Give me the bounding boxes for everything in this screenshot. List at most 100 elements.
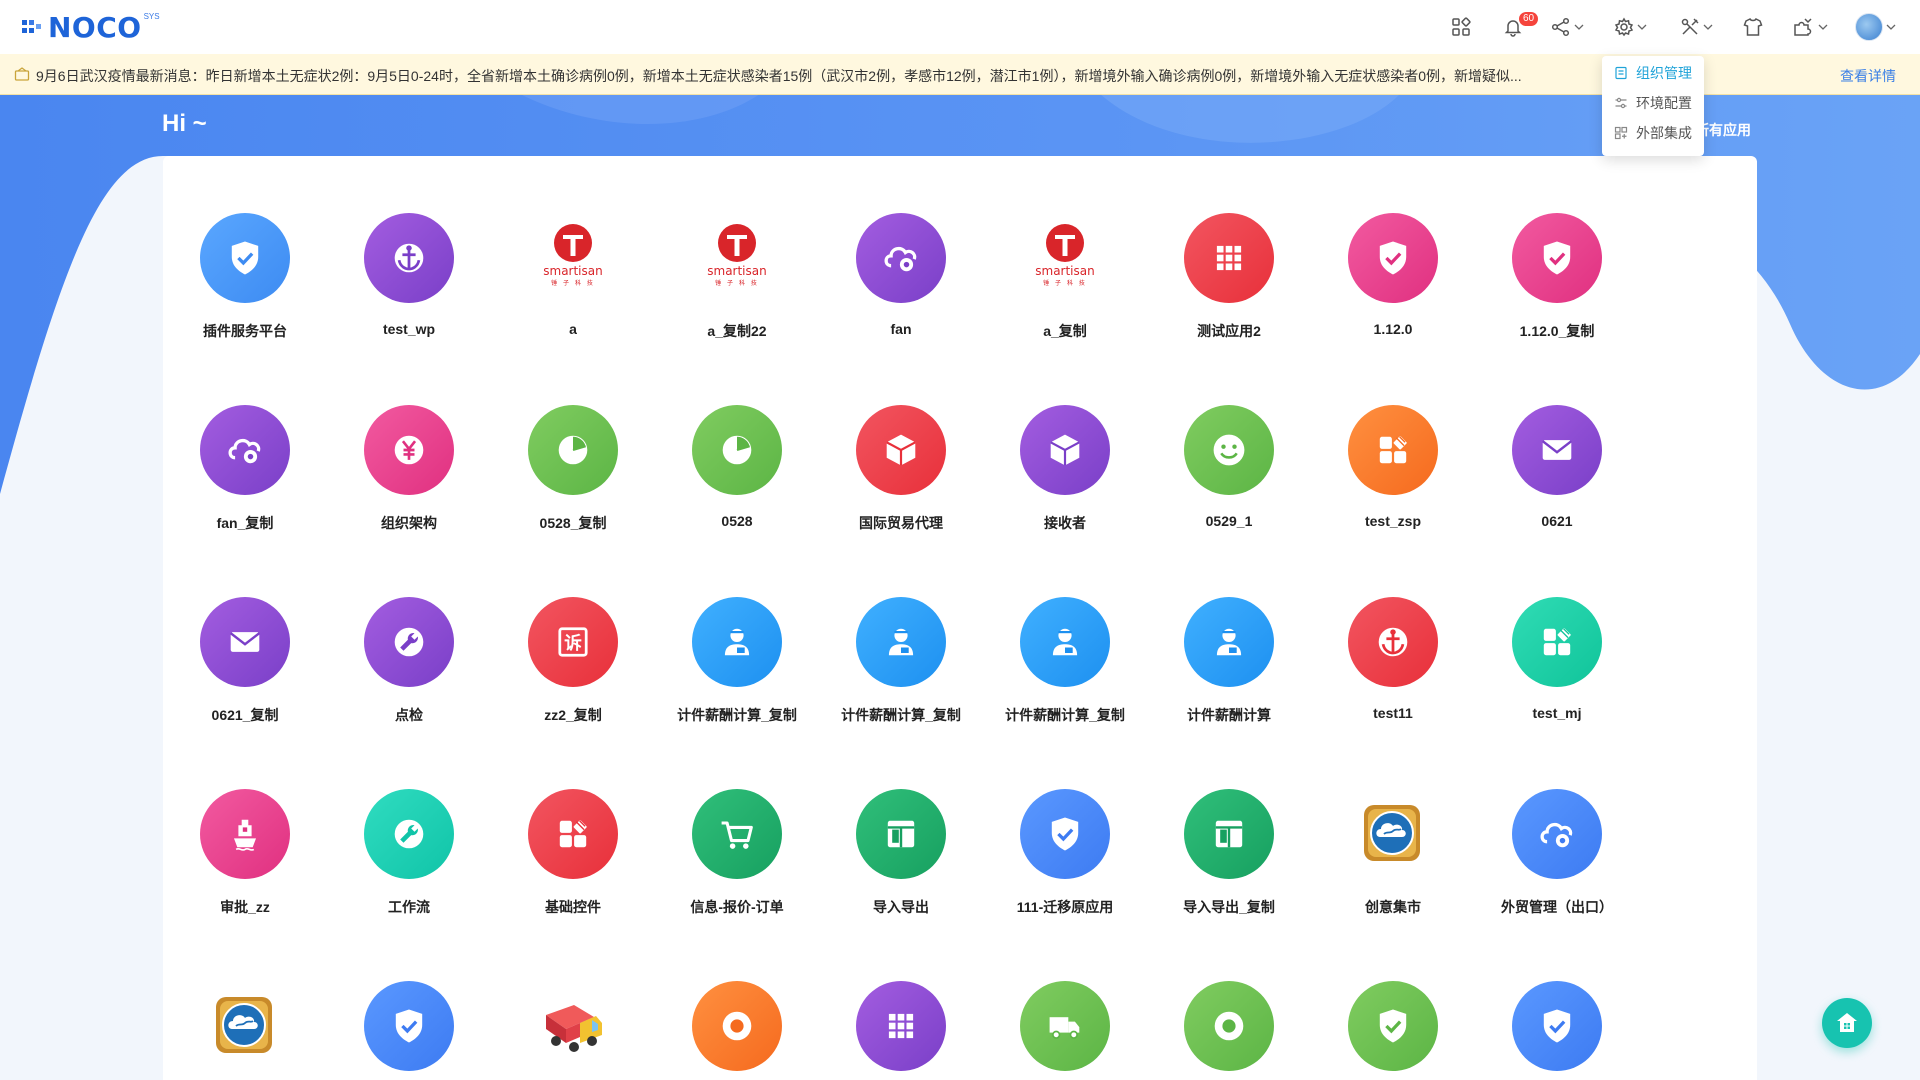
app-tile[interactable]: test_zsp <box>1311 348 1475 529</box>
app-tile[interactable]: 0621_复制 <box>163 540 327 723</box>
app-tile[interactable] <box>327 924 491 1074</box>
notice-details-link[interactable]: 查看详情 <box>1840 66 1896 86</box>
announcement-icon <box>14 67 30 81</box>
app-icon-circle <box>1512 981 1602 1071</box>
app-tile[interactable]: 组织架构 <box>327 348 491 531</box>
app-tile[interactable]: 0528 <box>655 348 819 529</box>
app-tile[interactable] <box>1147 924 1311 1074</box>
app-tile[interactable]: 插件服务平台 <box>163 156 327 339</box>
app-tile[interactable]: 接收者 <box>983 348 1147 531</box>
app-tile-label: 计件薪酬计算_复制 <box>841 707 961 723</box>
app-icon-circle <box>1020 597 1110 687</box>
app-tile[interactable]: smartisan 锤 子 科 技 a_复制 <box>983 156 1147 339</box>
app-tile-label: 工作流 <box>388 899 430 915</box>
plugin-menu-button[interactable] <box>1793 14 1828 40</box>
app-icon-circle <box>1512 597 1602 687</box>
user-menu-button[interactable] <box>1855 13 1896 41</box>
app-tile[interactable] <box>163 924 327 1074</box>
app-tile[interactable]: 信息-报价-订单 <box>655 732 819 915</box>
theme-button[interactable] <box>1743 14 1763 40</box>
app-tile[interactable]: 诉 zz2_复制 <box>491 540 655 723</box>
app-tile-label: fan_复制 <box>216 515 274 531</box>
app-tile[interactable]: 创意集市 <box>1311 732 1475 915</box>
app-tile[interactable]: 导入导出 <box>819 732 983 915</box>
app-tile[interactable]: 0528_复制 <box>491 348 655 531</box>
app-tile[interactable]: smartisan 锤 子 科 技 a <box>491 156 655 337</box>
app-icon-circle <box>856 597 946 687</box>
settings-menu-item-integration[interactable]: 外部集成 <box>1602 119 1704 147</box>
app-tile[interactable]: test_mj <box>1475 540 1639 721</box>
settings-menu-button[interactable] <box>1614 14 1647 40</box>
app-tile[interactable]: 计件薪酬计算 <box>1147 540 1311 723</box>
app-tile-label: 1.12.0 <box>1373 321 1413 337</box>
app-tile[interactable]: 0529_1 <box>1147 348 1311 529</box>
home-float-button[interactable] <box>1822 998 1872 1048</box>
app-tile[interactable]: 测试应用2 <box>1147 156 1311 339</box>
puzzle-icon <box>1794 18 1812 36</box>
app-tile[interactable]: 0621 <box>1475 348 1639 529</box>
cloud-gear-icon <box>1540 822 1573 848</box>
logo[interactable]: NOCO SYS <box>22 11 160 44</box>
app-tile[interactable]: fan <box>819 156 983 337</box>
app-tile[interactable] <box>983 924 1147 1074</box>
app-tile-label: 0528 <box>721 513 753 529</box>
app-tile[interactable]: 审批_zz <box>163 732 327 915</box>
app-tile[interactable] <box>1311 924 1475 1074</box>
app-tile[interactable]: smartisan 锤 子 科 技 a_复制22 <box>655 156 819 339</box>
app-tile[interactable]: 工作流 <box>327 732 491 915</box>
app-tile-label: 国际贸易代理 <box>859 515 943 531</box>
app-tile[interactable]: 111-迁移原应用 <box>983 732 1147 915</box>
app-tile-label: test_wp <box>382 321 436 337</box>
app-tile[interactable]: test11 <box>1311 540 1475 721</box>
app-icon-circle <box>1184 789 1274 879</box>
app-tile-label: test11 <box>1373 705 1413 721</box>
app-tile[interactable]: 基础控件 <box>491 732 655 915</box>
tools-menu-button[interactable] <box>1680 14 1713 40</box>
mail-icon <box>1541 440 1573 460</box>
app-tile[interactable]: 1.12.0_复制 <box>1475 156 1639 339</box>
ring-icon <box>722 1011 752 1041</box>
app-tile[interactable] <box>819 924 983 1074</box>
app-tile[interactable]: 国际贸易代理 <box>819 348 983 531</box>
logo-sup: SYS <box>143 11 160 21</box>
shield-check-icon <box>1543 241 1571 275</box>
share-menu-button[interactable] <box>1551 14 1584 40</box>
app-tile-label: a <box>569 321 577 337</box>
app-tile[interactable]: 1.12.0 <box>1311 156 1475 337</box>
app-tile[interactable]: 计件薪酬计算_复制 <box>819 540 983 723</box>
app-icon-circle <box>364 405 454 495</box>
logo-mark-icon <box>22 20 41 33</box>
app-tile-label: 0528_复制 <box>539 515 607 531</box>
app-tile[interactable] <box>655 924 819 1074</box>
blocks-icon <box>1379 436 1407 464</box>
app-icon-circle <box>1512 405 1602 495</box>
shield-check-icon <box>1379 241 1407 275</box>
app-tile[interactable]: 计件薪酬计算_复制 <box>655 540 819 723</box>
app-tile-label: 1.12.0_复制 <box>1519 323 1595 339</box>
app-icon-circle <box>1184 213 1274 303</box>
apps-grid-button[interactable] <box>1451 14 1471 40</box>
settings-menu-item-org[interactable]: 组织管理 <box>1602 59 1704 87</box>
cart-icon <box>721 821 753 849</box>
app-tile[interactable] <box>491 924 655 1074</box>
app-icon-circle <box>364 789 454 879</box>
app-tile[interactable]: 外贸管理（出口） <box>1475 732 1639 915</box>
shield-check-icon <box>1051 817 1079 851</box>
settings-menu-item-env[interactable]: 环境配置 <box>1602 89 1704 117</box>
app-tile-label: 111-迁移原应用 <box>1016 899 1114 915</box>
app-tile[interactable]: 计件薪酬计算_复制 <box>983 540 1147 723</box>
app-tile-label: 组织架构 <box>381 515 437 531</box>
app-tile[interactable] <box>1475 924 1639 1074</box>
app-tile[interactable]: 点检 <box>327 540 491 723</box>
svg-text:锤 子 科 技: 锤 子 科 技 <box>1043 279 1087 287</box>
app-tile[interactable]: 导入导出_复制 <box>1147 732 1311 915</box>
anchor-icon <box>1378 627 1408 657</box>
notifications-button[interactable]: 60 <box>1503 12 1539 40</box>
layout-icon <box>887 820 915 848</box>
app-icon-circle <box>692 981 782 1071</box>
app-icon-circle <box>1348 405 1438 495</box>
app-tile-label: 计件薪酬计算_复制 <box>677 707 797 723</box>
truck-icon <box>1049 1017 1080 1039</box>
app-tile[interactable]: fan_复制 <box>163 348 327 531</box>
app-tile[interactable]: test_wp <box>327 156 491 337</box>
